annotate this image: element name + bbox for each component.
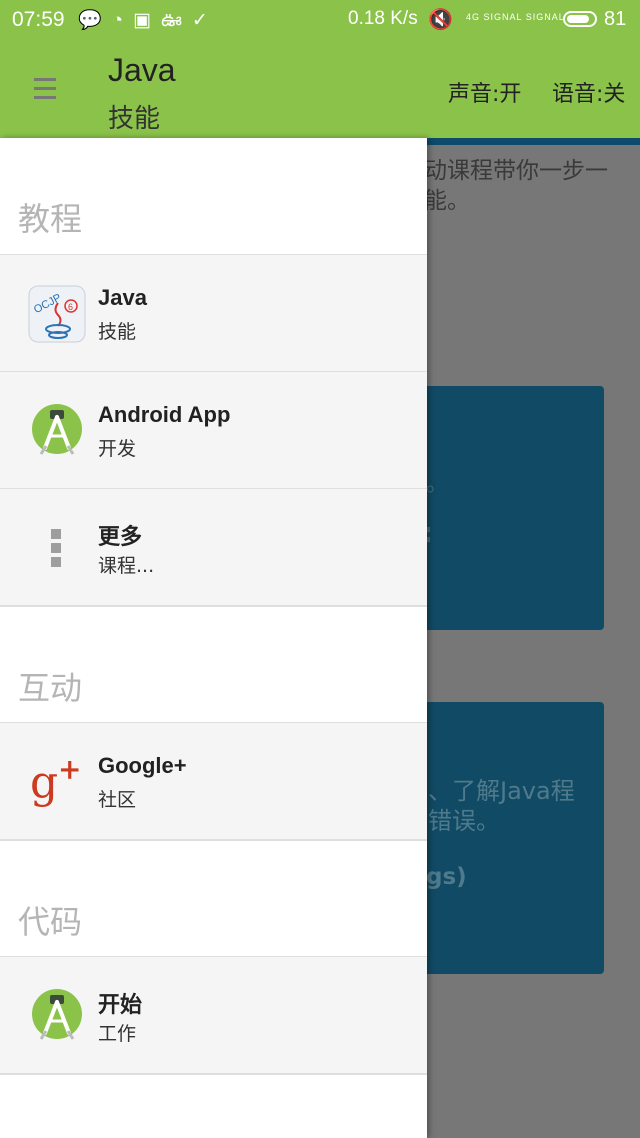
mute-icon: 🔇 [428, 9, 453, 31]
voice-toggle[interactable]: 语音:关 [552, 76, 625, 108]
header-strip [426, 138, 640, 145]
course-description: 动课程带你一步一 能。 [424, 156, 608, 216]
battery-level: 81 [604, 8, 627, 30]
description-line-2: 能。 [424, 188, 470, 214]
section-title: 代码 [18, 903, 83, 941]
signal-label-2: SIGNAL [525, 12, 565, 22]
app-subtitle: 技能 [108, 104, 161, 134]
item-subtitle: 工作 [98, 1023, 137, 1045]
drawer-item-more[interactable]: 更多 课程... [0, 488, 427, 605]
svg-text:g: g [30, 757, 58, 808]
course-card[interactable]: 、了解Java程 错误。 gs) [400, 702, 604, 974]
signal-icon: 4G SIGNAL SIGNAL [466, 12, 565, 22]
app-title: Java [108, 52, 176, 88]
status-time: 07:59 [12, 8, 65, 31]
card-text: 。 [426, 472, 449, 497]
more-vert-icon [51, 529, 61, 567]
status-bar: 07:59 💬◔▣ఊ✓ 0.18 K/s 🔇 4G SIGNAL SIGNAL … [0, 0, 640, 40]
item-name: Android App [98, 402, 231, 427]
section-header: 代码 [0, 841, 427, 957]
item-name: Java [98, 285, 147, 310]
item-subtitle: 社区 [98, 789, 137, 811]
notification-icons: 💬◔▣ఊ✓ [78, 10, 218, 31]
description-line-1: 动课程带你一步一 [424, 158, 608, 184]
item-name: 开始 [98, 992, 143, 1017]
battery-icon [563, 11, 597, 27]
android-studio-icon [32, 404, 82, 455]
section-header: 互动 [0, 607, 427, 723]
android-studio-icon [32, 989, 82, 1040]
item-name: Google+ [98, 753, 187, 778]
svg-text:+: + [58, 753, 81, 786]
navigation-drawer: 教程 OCJP 6 Java 技能 Android App 开发 更多 课程..… [0, 138, 427, 1138]
section-header: 教程 [0, 138, 427, 254]
course-card[interactable]: 。 : [400, 386, 604, 630]
divider [0, 1073, 427, 1075]
item-subtitle: 课程... [98, 555, 155, 577]
card-text-line-1: 、了解Java程 [428, 777, 575, 805]
drawer-item-start[interactable]: 开始 工作 [0, 956, 427, 1073]
drawer-item-java[interactable]: OCJP 6 Java 技能 [0, 254, 427, 371]
signal-label-1: 4G SIGNAL [466, 12, 523, 22]
drawer-item-google-plus[interactable]: g + Google+ 社区 [0, 722, 427, 839]
item-subtitle: 技能 [98, 321, 137, 343]
card-bold-text: gs) [426, 864, 467, 890]
card-text-line-2: 错误。 [428, 807, 500, 835]
menu-icon[interactable] [34, 78, 56, 102]
drawer-item-android-app[interactable]: Android App 开发 [0, 371, 427, 488]
item-name: 更多 [98, 524, 143, 549]
app-bar: Java 技能 声音:开 语音:关 [0, 40, 640, 138]
section-title: 教程 [18, 200, 83, 238]
java-ocjp-icon: OCJP 6 [28, 285, 86, 343]
svg-text:6: 6 [68, 302, 73, 312]
sound-toggle[interactable]: 声音:开 [448, 76, 521, 108]
section-title: 互动 [18, 669, 83, 707]
item-subtitle: 开发 [98, 438, 137, 460]
google-plus-icon: g + [30, 753, 81, 808]
net-speed: 0.18 K/s [348, 8, 418, 29]
card-text: 、了解Java程 错误。 [428, 776, 575, 836]
